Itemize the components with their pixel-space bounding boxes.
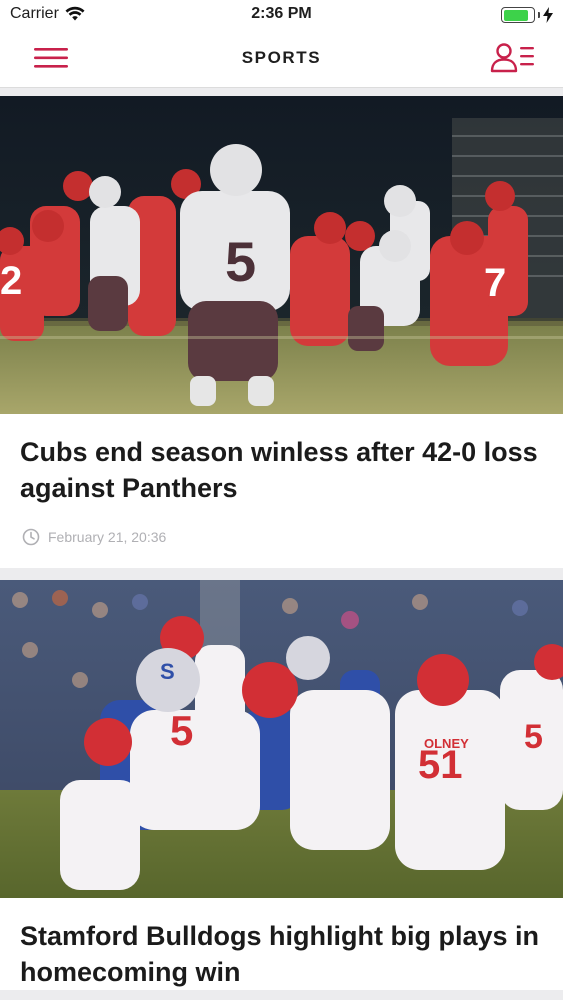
svg-text:5: 5	[524, 718, 543, 756]
battery-cap	[538, 12, 540, 18]
article-card[interactable]: 5 2 7 Cubs end season winless after 42-0…	[0, 96, 563, 568]
charging-bolt-icon	[543, 7, 553, 23]
article-date: February 21, 20:36	[48, 529, 167, 545]
article-title[interactable]: Cubs end season winless after 42-0 loss …	[0, 414, 563, 506]
user-list-icon	[490, 43, 534, 73]
svg-text:5: 5	[170, 707, 193, 754]
article-feed: 5 2 7 Cubs end season winless after 42-0…	[0, 96, 563, 990]
article-image[interactable]: 5 51 OLNEY 5 S	[0, 580, 563, 898]
battery-icon	[501, 7, 535, 23]
football-game-night-photo: 5 2 7	[0, 96, 563, 414]
svg-text:2: 2	[0, 259, 22, 303]
svg-text:7: 7	[484, 261, 506, 305]
clock-icon	[22, 528, 40, 546]
article-title[interactable]: Stamford Bulldogs highlight big plays in…	[0, 898, 563, 990]
article-image[interactable]: 5 2 7	[0, 96, 563, 414]
article-card[interactable]: 5 51 OLNEY 5 S Stamford Bulldogs highlig…	[0, 580, 563, 990]
svg-text:OLNEY: OLNEY	[424, 736, 469, 751]
svg-text:5: 5	[225, 230, 256, 293]
nav-bar: SPORTS	[0, 30, 563, 88]
svg-text:S: S	[160, 659, 175, 684]
article-meta: February 21, 20:36	[0, 506, 563, 568]
status-time: 2:36 PM	[251, 5, 312, 22]
battery-level	[503, 9, 529, 21]
status-bar: Carrier 2:36 PM	[0, 0, 563, 30]
profile-button[interactable]	[490, 40, 538, 76]
page-title: SPORTS	[241, 48, 322, 67]
status-right	[501, 7, 553, 23]
football-homecoming-photo: 5 51 OLNEY 5 S	[0, 580, 563, 898]
